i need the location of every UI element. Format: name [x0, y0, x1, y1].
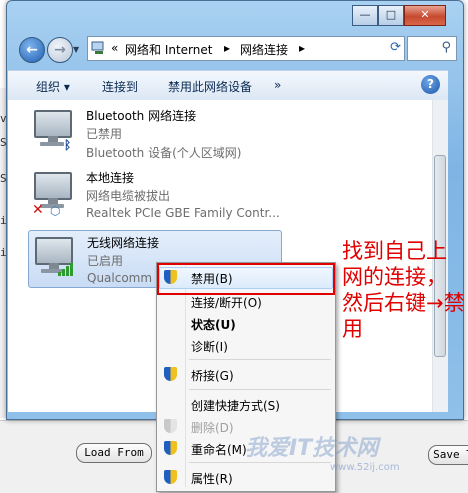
uac-shield-icon — [164, 419, 177, 433]
menu-item-delete[interactable]: 删除(D) — [191, 419, 234, 436]
menu-item-connect-disconnect[interactable]: 连接/断开(O) — [191, 294, 262, 311]
maximize-button[interactable]: □ — [378, 5, 404, 26]
breadcrumb-network-internet[interactable]: 网络和 Internet — [125, 41, 212, 58]
arrow-right-icon: → — [54, 42, 66, 58]
load-from-button[interactable]: Load From — [76, 443, 152, 463]
cable-icon: ⬡ — [50, 204, 61, 218]
bluetooth-icon: ᛒ — [64, 138, 72, 152]
menu-item-rename[interactable]: 重命名(M) — [191, 441, 247, 458]
more-commands-button[interactable]: » — [274, 78, 281, 92]
arrow-left-icon: ← — [26, 42, 38, 58]
menu-item-create-shortcut[interactable]: 创建快捷方式(S) — [191, 397, 280, 414]
connection-device: Realtek PCIe GBE Family Contr... — [86, 206, 280, 220]
watermark-url: www.52ij.com — [330, 462, 400, 473]
menu-item-status[interactable]: 状态(U) — [191, 316, 236, 333]
network-monitor-icon — [34, 110, 72, 142]
save-to-button[interactable]: Save T — [428, 445, 468, 465]
breadcrumb-network-connections[interactable]: 网络连接 — [240, 41, 288, 58]
organize-button[interactable]: 组织 ▾ — [36, 78, 70, 95]
connection-status: 已禁用 — [86, 127, 123, 141]
address-bar[interactable]: « 网络和 Internet ▸ 网络连接 ▸ ⟳ — [87, 36, 405, 61]
close-button[interactable]: ✕ — [404, 5, 446, 26]
search-icon[interactable]: ⚲ — [441, 40, 451, 55]
list-item[interactable]: ᛒ Bluetooth 网络连接 已禁用 Bluetooth 设备(个人区域网) — [28, 104, 280, 160]
instruction-annotation: 找到自己上网的连接，然后右键→禁用 — [342, 239, 465, 341]
connection-name: 本地连接 — [86, 171, 135, 185]
forward-button[interactable]: → — [47, 37, 73, 63]
minimize-button[interactable]: — — [352, 5, 378, 26]
menu-separator — [189, 359, 331, 360]
search-input[interactable]: ⚲ — [407, 36, 457, 61]
network-folder-icon — [91, 41, 104, 54]
signal-bars-icon — [58, 263, 73, 276]
connection-status: 网络电缆被拔出 — [86, 189, 171, 203]
highlight-box — [157, 263, 335, 295]
command-bar: 组织 ▾ 连接到 禁用此网络设备 » ? — [8, 70, 448, 101]
recent-pages-dropdown[interactable]: ▼ — [73, 45, 79, 54]
network-monitor-icon — [34, 172, 72, 204]
error-x-icon: ✕ — [32, 202, 44, 218]
menu-item-diagnose[interactable]: 诊断(I) — [191, 338, 228, 355]
connection-device: Qualcomm A — [87, 271, 165, 285]
refresh-icon[interactable]: ⟳ — [390, 40, 401, 55]
uac-shield-icon — [164, 441, 177, 455]
watermark-text: 我爱IT技术网 — [245, 436, 379, 461]
uac-shield-icon — [164, 470, 177, 484]
disable-device-button[interactable]: 禁用此网络设备 — [168, 78, 252, 95]
connection-name: Bluetooth 网络连接 — [86, 109, 197, 123]
breadcrumb-overflow[interactable]: « — [111, 41, 118, 55]
list-item[interactable]: ✕ ⬡ 本地连接 网络电缆被拔出 Realtek PCIe GBE Family… — [28, 166, 280, 222]
monitor-base — [40, 142, 64, 146]
back-button[interactable]: ← — [19, 37, 45, 63]
connection-name: 无线网络连接 — [87, 236, 160, 250]
connection-device: Bluetooth 设备(个人区域网) — [86, 146, 242, 160]
connection-status: 已启用 — [87, 254, 124, 268]
menu-separator — [189, 462, 331, 463]
connect-to-button[interactable]: 连接到 — [102, 78, 138, 95]
breadcrumb-separator[interactable]: ▸ — [299, 41, 305, 55]
menu-separator — [189, 389, 331, 390]
menu-gutter — [185, 265, 186, 487]
menu-item-bridge[interactable]: 桥接(G) — [191, 367, 234, 384]
help-icon[interactable]: ? — [421, 75, 440, 94]
uac-shield-icon — [164, 367, 177, 381]
breadcrumb-separator[interactable]: ▸ — [224, 41, 230, 55]
menu-item-properties[interactable]: 属性(R) — [191, 470, 233, 487]
